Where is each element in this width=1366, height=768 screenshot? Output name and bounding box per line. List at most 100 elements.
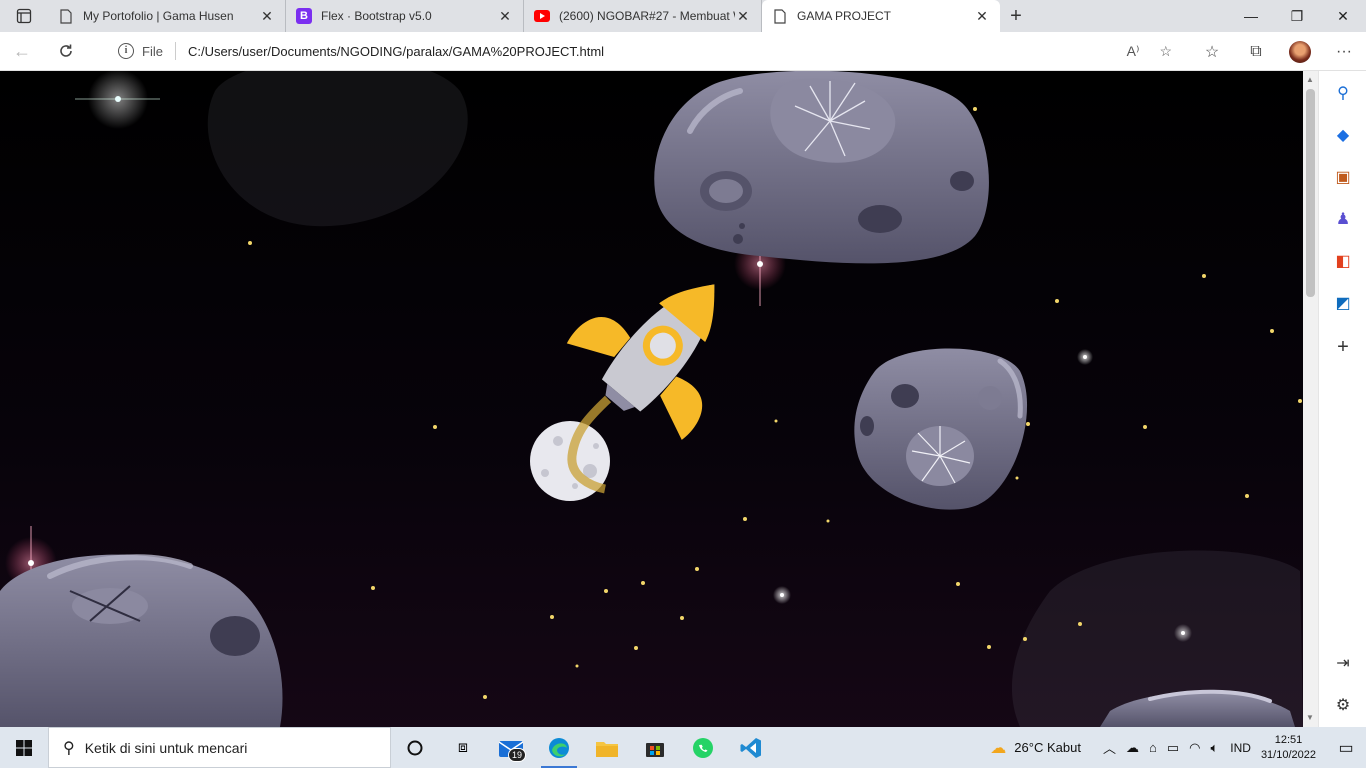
notifications-icon[interactable]: ▭ — [1326, 738, 1366, 758]
search-placeholder: Ketik di sini untuk mencari — [84, 739, 248, 756]
read-aloud-icon[interactable]: A⁾ — [1127, 43, 1140, 60]
tab-portofolio[interactable]: My Portofolio | Gama Husen ✕ — [48, 0, 286, 32]
close-tab-icon[interactable]: ✕ — [259, 8, 275, 25]
tools-icon[interactable]: ▣ — [1333, 167, 1353, 187]
store-icon — [646, 742, 664, 757]
info-icon[interactable]: i — [118, 43, 134, 59]
close-tab-icon[interactable]: ✕ — [974, 8, 990, 25]
edge-app-button[interactable] — [535, 727, 583, 768]
language-indicator[interactable]: IND — [1230, 741, 1251, 755]
asteroid-bottom-left — [0, 554, 283, 727]
scroll-up-arrow-icon[interactable]: ▲ — [1306, 75, 1314, 84]
restore-button[interactable]: ❐ — [1274, 0, 1320, 32]
page-scrollbar[interactable]: ▲ ▼ — [1303, 71, 1318, 727]
page-icon — [58, 8, 74, 24]
close-window-button[interactable]: ✕ — [1320, 0, 1366, 32]
windows-logo-icon — [16, 739, 32, 756]
volume-icon[interactable]: 🔈︎ — [1210, 740, 1218, 756]
glow-star — [1077, 349, 1093, 365]
clock[interactable]: 12:51 31/10/2022 — [1251, 733, 1326, 763]
new-tab-button[interactable]: + — [1000, 0, 1032, 32]
cortana-button[interactable] — [391, 727, 439, 768]
bootstrap-icon: B — [296, 8, 312, 24]
tab-title: GAMA PROJECT — [797, 9, 892, 23]
more-menu-icon[interactable]: ··· — [1322, 43, 1366, 61]
search-icon[interactable]: ⚲ — [1333, 83, 1353, 103]
show-hidden-icons-icon[interactable]: ︿ — [1103, 738, 1116, 757]
tab-actions-button[interactable] — [0, 0, 48, 32]
close-tab-icon[interactable]: ✕ — [497, 8, 513, 25]
window-controls: — ❐ ✕ — [1228, 0, 1366, 32]
weather-text[interactable]: 26°C Kabut — [1014, 740, 1081, 755]
scroll-thumb[interactable] — [1306, 89, 1315, 297]
tab-strip: My Portofolio | Gama Husen ✕ B Flex · Bo… — [0, 0, 1366, 32]
store-app-button[interactable] — [631, 727, 679, 768]
hide-sidebar-icon[interactable]: ⇥ — [1333, 653, 1353, 673]
glow-star — [773, 586, 791, 604]
scroll-down-arrow-icon[interactable]: ▼ — [1306, 713, 1314, 722]
edge-sidebar: ⚲ ◆ ▣ ♟ ◧ ◩ + ⇥ ⚙ — [1318, 71, 1366, 727]
folder-icon — [596, 741, 618, 757]
url-text[interactable]: C:/Users/user/Documents/NGODING/paralax/… — [188, 44, 604, 59]
refresh-button[interactable] — [44, 32, 88, 71]
tab-gama-project[interactable]: GAMA PROJECT ✕ — [762, 0, 1000, 32]
add-favorite-icon[interactable]: ☆ — [1159, 43, 1172, 60]
office-icon[interactable]: ◧ — [1333, 251, 1353, 271]
close-tab-icon[interactable]: ✕ — [735, 8, 751, 25]
tab-youtube[interactable]: (2600) NGOBAR#27 - Membuat W ✕ — [524, 0, 762, 32]
start-button[interactable] — [0, 727, 48, 768]
clock-date: 31/10/2022 — [1260, 748, 1316, 761]
space-scene — [0, 71, 1303, 727]
browser-toolbar: ← i File C:/Users/user/Documents/NGODING… — [0, 32, 1366, 71]
toolbar-actions: ☆ ⧉ ··· — [1190, 32, 1366, 71]
task-view-button[interactable]: ⧈ — [439, 727, 487, 768]
asteroid-large — [654, 71, 989, 264]
cloud-icon[interactable]: ☁ — [1126, 740, 1139, 756]
tab-title: Flex · Bootstrap v5.0 — [321, 9, 432, 23]
asteroid-medium — [854, 348, 1028, 510]
outlook-icon[interactable]: ◩ — [1333, 293, 1353, 313]
mail-app-button[interactable]: 19 — [487, 727, 535, 768]
wifi-icon[interactable]: ◠ — [1189, 740, 1200, 756]
search-icon: ⚲ — [63, 739, 75, 757]
sidebar-settings-icon[interactable]: ⚙ — [1333, 695, 1353, 715]
tab-title: (2600) NGOBAR#27 - Membuat W — [559, 9, 735, 23]
minimize-button[interactable]: — — [1228, 0, 1274, 32]
cortana-icon — [407, 740, 423, 755]
background-asteroid — [207, 71, 468, 227]
system-tray: ☁ 26°C Kabut ︿ ☁ ⌂ ▭ ◠ 🔈︎ IND 12:51 31/1… — [990, 727, 1366, 768]
vscode-button[interactable] — [727, 727, 775, 768]
back-button[interactable]: ← — [0, 32, 44, 71]
task-view-icon: ⧈ — [457, 738, 469, 756]
taskbar-search-input[interactable]: ⚲ Ketik di sini untuk mencari — [48, 727, 391, 768]
address-bar[interactable]: i File C:/Users/user/Documents/NGODING/p… — [100, 36, 1172, 66]
glow-star — [1174, 624, 1192, 642]
edge-icon — [549, 737, 569, 758]
meet-now-icon[interactable]: ⌂ — [1149, 740, 1157, 755]
file-label: File — [142, 43, 163, 59]
divider — [174, 42, 176, 60]
clock-time: 12:51 — [1274, 733, 1303, 746]
page-viewport — [0, 71, 1303, 727]
whatsapp-button[interactable] — [679, 727, 727, 768]
whatsapp-icon — [693, 737, 713, 758]
vscode-icon — [740, 737, 761, 758]
avatar — [1289, 40, 1311, 63]
add-sidebar-app-icon[interactable]: + — [1333, 336, 1353, 358]
glow-star — [75, 71, 160, 129]
windows-taskbar: ⚲ Ketik di sini untuk mencari ⧈ 19 ☁ 26°… — [0, 727, 1366, 768]
games-icon[interactable]: ♟ — [1333, 209, 1353, 229]
page-icon — [772, 8, 788, 24]
refresh-icon — [60, 44, 72, 57]
favorites-icon[interactable]: ☆ — [1190, 42, 1234, 62]
youtube-icon — [534, 8, 550, 24]
address-bar-actions: A⁾ ☆ — [1127, 43, 1172, 60]
profile-button[interactable] — [1278, 40, 1322, 63]
battery-icon[interactable]: ▭ — [1167, 740, 1179, 756]
file-explorer-button[interactable] — [583, 727, 631, 768]
collections-icon[interactable]: ⧉ — [1234, 43, 1278, 61]
mail-badge: 19 — [507, 748, 526, 762]
tab-bootstrap[interactable]: B Flex · Bootstrap v5.0 ✕ — [286, 0, 524, 32]
shopping-icon[interactable]: ◆ — [1333, 125, 1353, 145]
weather-icon[interactable]: ☁ — [990, 738, 1006, 758]
